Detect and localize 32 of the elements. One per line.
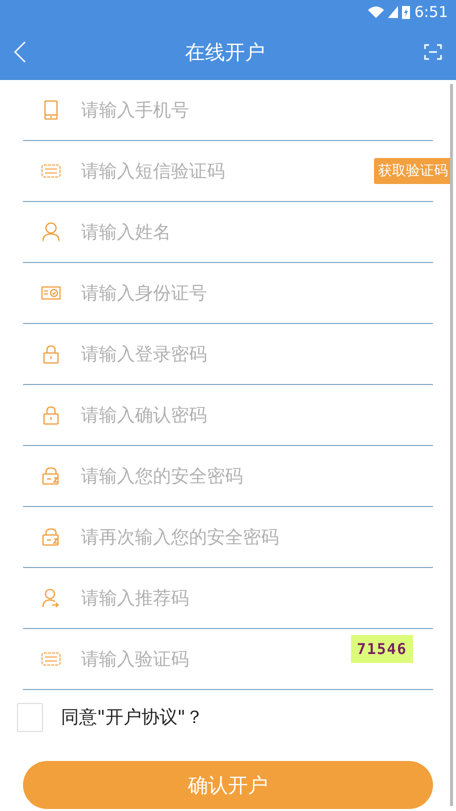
input-field[interactable]: 请输入推荐码 — [79, 586, 433, 610]
signal-icon — [388, 6, 398, 18]
id-card-icon — [41, 286, 61, 300]
page-title: 在线开户 — [185, 38, 265, 66]
checkbox[interactable] — [17, 702, 43, 732]
input-field[interactable]: 请输入您的安全密码 — [79, 464, 433, 488]
lock-icon — [43, 405, 59, 425]
input-field[interactable]: 请输入登录密码 — [79, 342, 433, 366]
input-field[interactable]: 请再次输入您的安全密码 — [79, 526, 433, 548]
scan-icon[interactable] — [424, 44, 442, 60]
lock-icon — [41, 467, 61, 485]
submit-button[interactable]: 确认开户 — [23, 761, 433, 809]
battery-icon — [402, 5, 410, 19]
code-card-icon — [41, 652, 61, 666]
agreement-label: 同意"开户协议"？ — [61, 706, 204, 729]
lock-icon — [43, 344, 59, 364]
input-field[interactable]: 请输入手机号 — [79, 98, 433, 122]
phone-icon — [44, 100, 58, 120]
captcha-image[interactable]: 71546 — [350, 635, 413, 663]
person-icon — [42, 222, 60, 242]
back-icon[interactable] — [14, 41, 26, 63]
person-arrow-icon — [42, 588, 60, 608]
status-time: 6:51 — [414, 3, 448, 21]
input-field[interactable]: 请输入确认密码 — [79, 404, 433, 426]
input-field[interactable]: 请输入身份证号 — [79, 282, 433, 304]
input-field[interactable]: 请输入姓名 — [79, 220, 433, 244]
lock-icon — [41, 528, 61, 546]
input-field[interactable]: 请输入验证码 — [79, 648, 283, 670]
input-field[interactable]: 请输入短信验证码 — [79, 160, 283, 182]
wifi-icon — [368, 6, 384, 18]
get-code-button[interactable]: 获取验证码 — [374, 158, 452, 184]
code-card-icon — [41, 164, 61, 178]
